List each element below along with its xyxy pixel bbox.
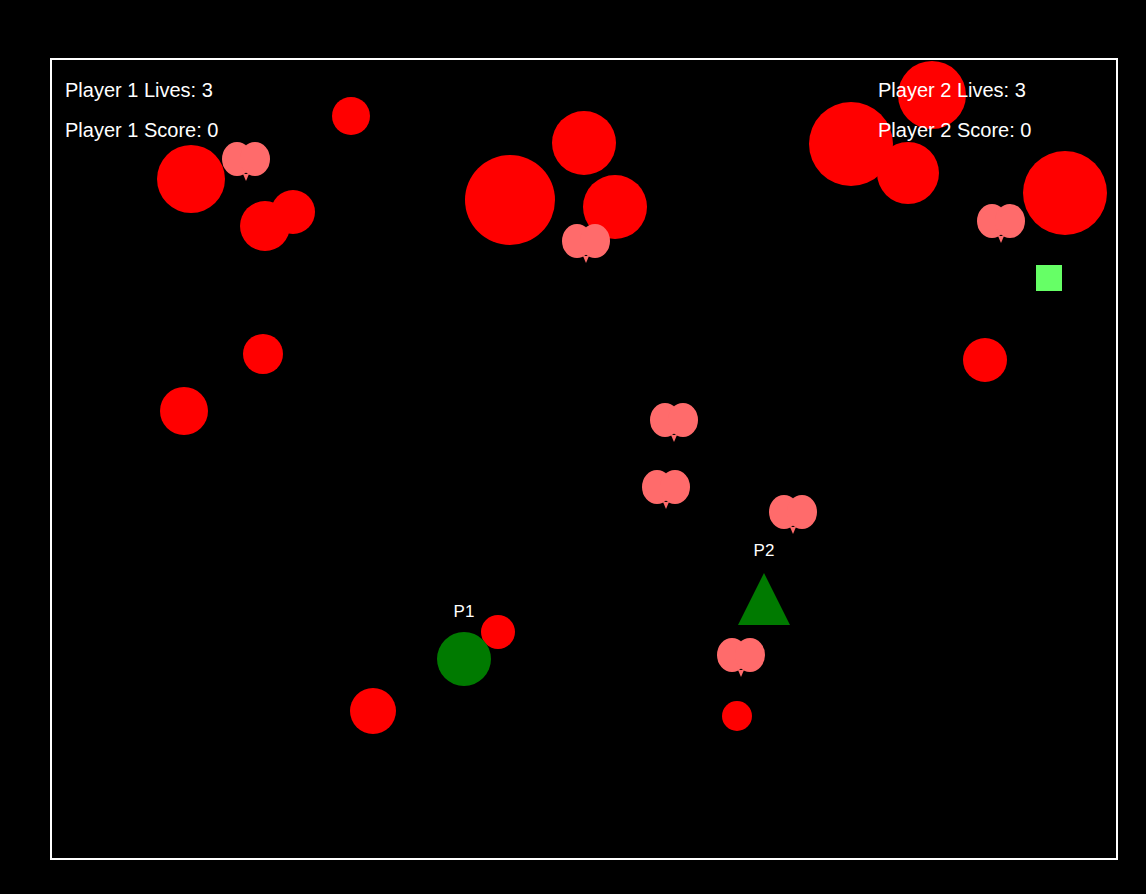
enemy-ball (332, 97, 370, 135)
pumpkin-enemy-icon (220, 140, 272, 182)
hud-text: Player 1 Lives: 3 (65, 70, 218, 110)
pumpkin-enemy-icon (648, 401, 700, 443)
player-tag: P2 (734, 541, 794, 561)
player-2-hud: Player 2 Lives: 3Player 2 Score: 0 (878, 70, 1031, 150)
pumpkin-enemy-icon (715, 636, 767, 678)
pumpkin-enemy-icon (560, 222, 612, 264)
game-page: P1P2Player 1 Lives: 3Player 1 Score: 0Pl… (0, 0, 1146, 894)
enemy-ball (271, 190, 315, 234)
enemy-ball (722, 701, 752, 731)
pumpkin-enemy-icon (767, 493, 819, 535)
enemy-ball (1023, 151, 1107, 235)
player-tag: P1 (434, 602, 494, 622)
enemy-ball (552, 111, 616, 175)
enemy-ball (350, 688, 396, 734)
powerup-square (1036, 265, 1062, 291)
hud-text: Player 1 Score: 0 (65, 110, 218, 150)
hud-text: Player 2 Score: 0 (878, 110, 1031, 150)
enemy-ball (465, 155, 555, 245)
enemy-ball (963, 338, 1007, 382)
enemy-ball (157, 145, 225, 213)
enemy-ball (160, 387, 208, 435)
hud-text: Player 2 Lives: 3 (878, 70, 1031, 110)
game-canvas[interactable]: P1P2Player 1 Lives: 3Player 1 Score: 0Pl… (50, 58, 1118, 860)
enemy-ball (243, 334, 283, 374)
player-1-hud: Player 1 Lives: 3Player 1 Score: 0 (65, 70, 218, 150)
player-triangle-icon[interactable] (737, 572, 791, 626)
player-circle[interactable] (437, 632, 491, 686)
pumpkin-enemy-icon (975, 202, 1027, 244)
enemy-ball (877, 142, 939, 204)
pumpkin-enemy-icon (640, 468, 692, 510)
